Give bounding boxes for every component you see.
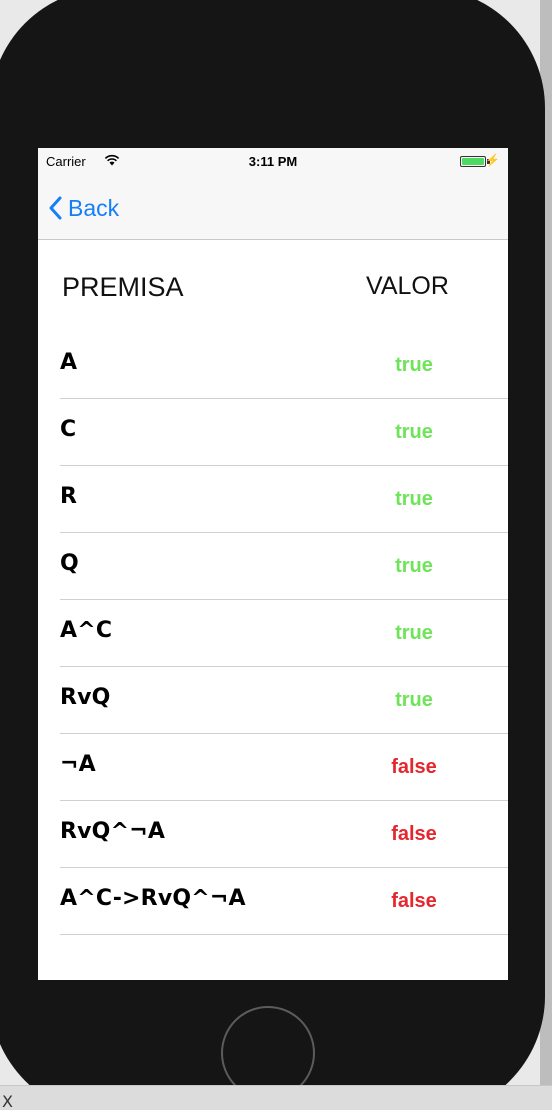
premise-cell: A^C->RvQ^¬A [60, 886, 246, 911]
footer-text: X [2, 1092, 13, 1110]
battery-icon [460, 156, 486, 167]
value-cell: true [395, 421, 433, 443]
premise-cell: Q [60, 551, 79, 576]
value-cell: false [391, 890, 437, 912]
value-cell: true [395, 488, 433, 510]
table-row[interactable]: C true [60, 399, 508, 466]
table-row[interactable]: A true [60, 332, 508, 399]
navigation-bar: Back [38, 176, 508, 240]
premise-cell: C [60, 417, 77, 442]
value-cell: true [395, 354, 433, 376]
table-row[interactable]: A^C->RvQ^¬A false [60, 868, 508, 935]
table-row[interactable]: ¬A false [60, 734, 508, 801]
simulator-window: Carrier 3:11 PM ⚡ Back PREMISA VALOR A t… [0, 0, 552, 1110]
charging-icon: ⚡ [485, 153, 500, 167]
back-label: Back [68, 194, 120, 221]
premise-cell: R [60, 484, 78, 509]
table-row[interactable]: Q true [60, 533, 508, 600]
back-button[interactable]: Back [48, 191, 119, 225]
device-screen: Carrier 3:11 PM ⚡ Back PREMISA VALOR A t… [38, 148, 508, 980]
table-row[interactable]: RvQ true [60, 667, 508, 734]
status-bar: Carrier 3:11 PM ⚡ [38, 148, 508, 176]
premise-cell: RvQ^¬A [60, 819, 166, 844]
clock-label: 3:11 PM [248, 154, 298, 169]
value-cell: true [395, 555, 433, 577]
value-cell: false [391, 823, 437, 845]
premise-table: PREMISA VALOR A true C true R true Q tru… [38, 240, 508, 935]
value-cell: true [395, 622, 433, 644]
value-column-header: VALOR [366, 272, 449, 300]
value-cell: false [391, 756, 437, 778]
premise-cell: ¬A [60, 752, 96, 777]
premise-column-header: PREMISA [62, 272, 184, 302]
premise-cell: A [60, 350, 78, 375]
chevron-left-icon [49, 196, 62, 220]
value-cell: true [395, 689, 433, 711]
premise-cell: A^C [60, 618, 113, 643]
premise-cell: RvQ [60, 685, 111, 710]
table-row[interactable]: A^C true [60, 600, 508, 667]
table-row[interactable]: RvQ^¬A false [60, 801, 508, 868]
table-row[interactable]: R true [60, 466, 508, 533]
table-header: PREMISA VALOR [38, 240, 508, 332]
simulator-footer [0, 1085, 552, 1110]
